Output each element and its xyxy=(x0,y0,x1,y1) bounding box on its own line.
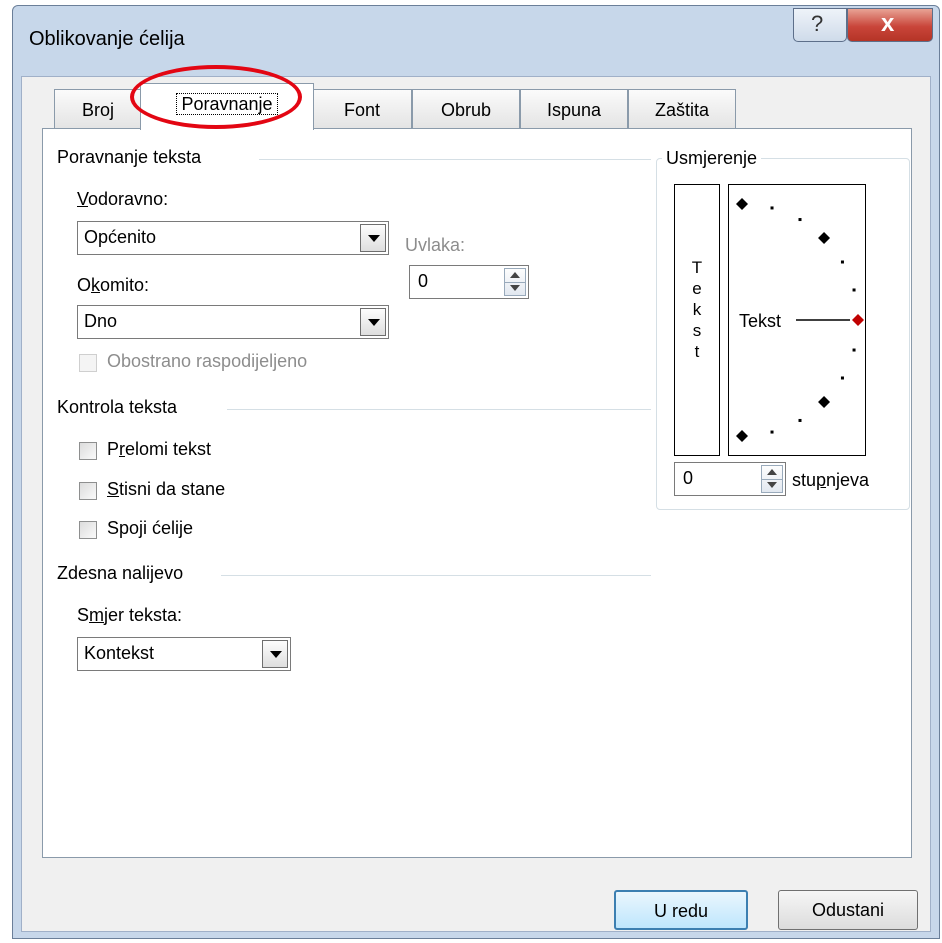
label-text: O xyxy=(77,275,92,295)
justify-distributed-checkbox[interactable] xyxy=(79,354,97,372)
shrink-to-fit-checkbox[interactable] xyxy=(79,482,97,500)
dropdown-value: Općenito xyxy=(84,227,157,247)
tab-number[interactable]: Broj xyxy=(54,89,142,129)
label-text: S xyxy=(77,605,90,625)
spinner-buttons[interactable] xyxy=(504,268,526,296)
access-key: m xyxy=(89,605,105,625)
chevron-down-icon[interactable] xyxy=(360,224,386,252)
divider xyxy=(505,282,525,283)
vertical-label: Okomito: xyxy=(77,275,149,296)
alignment-panel: Poravnanje teksta Vodoravno: Općenito Uv… xyxy=(42,128,912,858)
label-text: jer teksta: xyxy=(104,605,183,625)
merge-cells-checkbox[interactable] xyxy=(79,521,97,539)
close-icon: x xyxy=(881,10,895,37)
text-control-group-title: Kontrola teksta xyxy=(57,397,178,417)
close-button[interactable]: x xyxy=(847,8,933,42)
tab-label: Ispuna xyxy=(546,100,602,120)
tab-protection[interactable]: Zaštita xyxy=(628,89,736,129)
justify-distributed-label: Obostrano raspodijeljeno xyxy=(107,351,308,371)
label-text: omito: xyxy=(100,275,150,295)
help-button[interactable]: ? xyxy=(793,8,847,42)
dialog-body: Broj Poravnanje Font Obrub Ispuna Zaštit… xyxy=(21,76,931,932)
vertical-alignment-dropdown[interactable]: Dno xyxy=(77,305,389,339)
tab-label: Broj xyxy=(81,100,114,120)
dialog-title: Oblikovanje ćelija xyxy=(29,28,185,50)
left-margin xyxy=(0,0,12,943)
rtl-group-title: Zdesna nalijevo xyxy=(57,563,184,583)
group-divider xyxy=(227,409,651,410)
spinner-value: 0 xyxy=(418,271,429,291)
label-text: i ćelije xyxy=(143,518,194,538)
dropdown-value: Dno xyxy=(84,311,118,331)
label-text: tisni da stane xyxy=(119,479,226,499)
cancel-button[interactable]: Odustani xyxy=(778,890,918,930)
merge-cells-label: Spoji ćelije xyxy=(107,518,193,539)
group-divider xyxy=(259,159,651,160)
tab-font[interactable]: Font xyxy=(312,89,412,129)
format-cells-dialog: Oblikovanje ćelija ? x Broj Poravnanje F… xyxy=(12,5,940,939)
tab-label: Obrub xyxy=(440,100,492,120)
label-text: P xyxy=(107,439,120,459)
horizontal-label: Vodoravno: xyxy=(77,189,168,210)
tab-border[interactable]: Obrub xyxy=(412,89,520,129)
group-divider xyxy=(221,575,651,576)
text-direction-label: Smjer teksta: xyxy=(77,605,182,626)
highlight-annotation xyxy=(130,65,302,129)
help-icon: ? xyxy=(811,11,824,36)
title-bar: Oblikovanje ćelija ? x xyxy=(13,6,939,76)
horizontal-alignment-dropdown[interactable]: Općenito xyxy=(77,221,389,255)
label-text: Spo xyxy=(107,518,140,538)
label-text: elomi tekst xyxy=(125,439,212,459)
ok-button[interactable]: U redu xyxy=(614,890,748,930)
access-key: k xyxy=(91,275,101,295)
chevron-down-icon[interactable] xyxy=(262,640,288,668)
text-direction-dropdown[interactable]: Kontekst xyxy=(77,637,291,671)
shrink-to-fit-label: Stisni da stane xyxy=(107,479,225,500)
chevron-down-icon[interactable] xyxy=(360,308,386,336)
access-key: S xyxy=(107,479,120,499)
indent-spinner[interactable]: 0 xyxy=(409,265,529,299)
access-key: V xyxy=(77,189,89,209)
tab-label: Zaštita xyxy=(654,100,710,120)
dropdown-value: Kontekst xyxy=(84,643,155,663)
tab-fill[interactable]: Ispuna xyxy=(520,89,628,129)
wrap-text-label: Prelomi tekst xyxy=(107,439,211,460)
tab-label: Font xyxy=(343,100,381,120)
text-alignment-group-title: Poravnanje teksta xyxy=(57,147,202,167)
indent-label: Uvlaka: xyxy=(405,235,466,255)
label-text: odoravno: xyxy=(88,189,169,209)
wrap-text-checkbox[interactable] xyxy=(79,442,97,460)
